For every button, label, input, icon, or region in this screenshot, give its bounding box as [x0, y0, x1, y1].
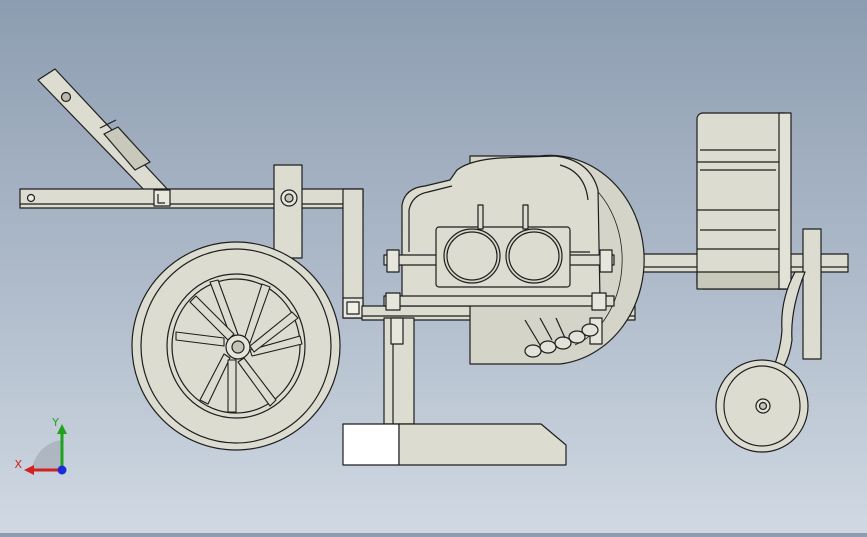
- engine-block[interactable]: [696, 112, 792, 290]
- triad-icon: Y X: [14, 416, 67, 475]
- main-frame-beam[interactable]: [19, 188, 364, 209]
- handle-arm[interactable]: [37, 68, 171, 197]
- triad-y-label: Y: [51, 416, 59, 429]
- cad-viewport[interactable]: Y X: [0, 0, 867, 533]
- cad-model-canvas[interactable]: Y X: [0, 0, 867, 533]
- main-wheel[interactable]: [131, 241, 341, 451]
- frame-downtube[interactable]: [342, 188, 364, 319]
- frame-post[interactable]: [273, 164, 303, 259]
- plough-blade[interactable]: [342, 423, 567, 466]
- rear-wheel[interactable]: [715, 359, 809, 453]
- triad-x-label: X: [14, 458, 22, 471]
